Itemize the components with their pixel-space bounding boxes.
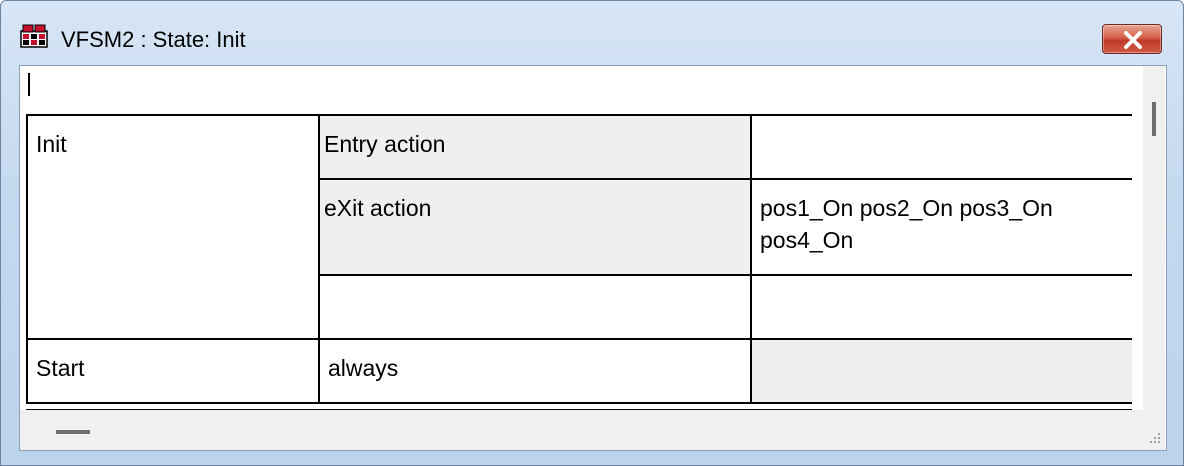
grid-line xyxy=(26,114,1132,116)
transition-action-cell[interactable] xyxy=(750,338,1132,402)
transition-condition-cell[interactable]: always xyxy=(318,338,750,402)
grid-line xyxy=(318,178,1132,180)
grid-line xyxy=(26,114,28,404)
exit-action-label[interactable]: eXit action xyxy=(318,178,750,274)
grid-line xyxy=(26,338,1132,340)
editor-client-area: Init Entry action eXit action pos1_On po… xyxy=(19,65,1167,451)
grid-line xyxy=(750,114,752,404)
vertical-scrollbar[interactable] xyxy=(1143,66,1165,450)
resize-grip-icon xyxy=(1150,433,1160,443)
text-caret xyxy=(28,73,30,96)
vertical-scroll-thumb[interactable] xyxy=(1152,102,1156,136)
entry-action-value[interactable] xyxy=(750,114,1132,178)
close-icon xyxy=(1124,31,1142,49)
state-editor-window: VFSM2 : State: Init Init Entry action eX… xyxy=(0,0,1184,466)
transition-target-cell[interactable]: Start xyxy=(26,338,318,402)
grid-line xyxy=(26,402,1132,404)
horizontal-scroll-thumb[interactable] xyxy=(56,430,90,434)
empty-action-value[interactable] xyxy=(750,274,1132,338)
state-name-cell[interactable]: Init xyxy=(26,114,318,338)
horizontal-scrollbar[interactable] xyxy=(20,410,1143,450)
entry-action-label[interactable]: Entry action xyxy=(318,114,750,178)
vfsm-app-icon[interactable] xyxy=(20,23,48,49)
exit-action-value[interactable]: pos1_On pos2_On pos3_On pos4_On xyxy=(750,178,1110,274)
empty-action-label[interactable] xyxy=(318,274,750,338)
close-button[interactable] xyxy=(1102,24,1162,54)
resize-grip[interactable] xyxy=(1143,410,1165,450)
grid-line xyxy=(318,274,1132,276)
window-title: VFSM2 : State: Init xyxy=(61,27,246,52)
grid-line xyxy=(318,114,320,404)
title-bar[interactable]: VFSM2 : State: Init xyxy=(1,1,1183,63)
